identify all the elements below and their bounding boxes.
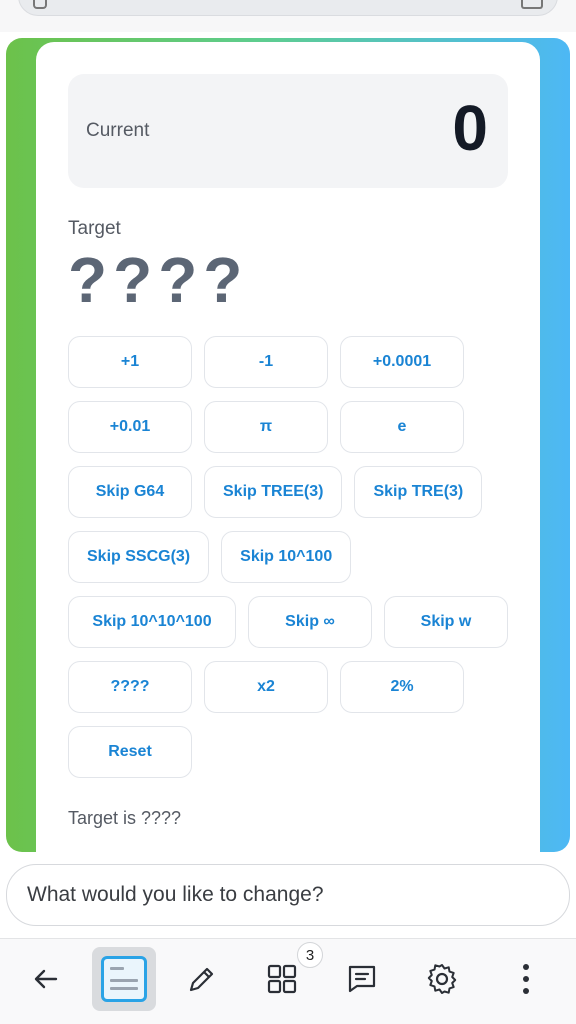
browser-top-strip xyxy=(0,0,576,32)
mystery-button[interactable]: ???? xyxy=(68,661,192,713)
skip-tree3-button[interactable]: Skip TREE(3) xyxy=(204,466,343,518)
skip-googolplex-button[interactable]: Skip 10^10^100 xyxy=(68,596,236,648)
bottom-toolbar: 3 xyxy=(0,939,576,1024)
button-row: Skip SSCG(3) Skip 10^100 xyxy=(68,531,518,583)
current-panel: Current 0 xyxy=(68,74,508,188)
pi-button[interactable]: π xyxy=(204,401,328,453)
skip-sscg3-button[interactable]: Skip SSCG(3) xyxy=(68,531,210,583)
skip-googol-button[interactable]: Skip 10^100 xyxy=(221,531,352,583)
pencil-icon[interactable] xyxy=(172,947,232,1011)
action-buttons: +1 -1 +0.0001 +0.01 π e Skip G64 Skip TR… xyxy=(68,336,518,791)
target-value: ???? xyxy=(68,244,249,316)
current-label: Current xyxy=(86,120,150,141)
target-label: Target xyxy=(68,218,121,239)
gear-icon[interactable] xyxy=(412,947,472,1011)
tabs-icon[interactable] xyxy=(521,0,543,9)
skip-infinity-button[interactable]: Skip ∞ xyxy=(248,596,372,648)
times-two-button[interactable]: x2 xyxy=(204,661,328,713)
skip-g64-button[interactable]: Skip G64 xyxy=(68,466,192,518)
site-info-icon[interactable] xyxy=(33,0,47,9)
url-bar[interactable] xyxy=(18,0,558,16)
status-text: Target is ???? xyxy=(68,808,182,828)
button-row: Skip 10^10^100 Skip ∞ Skip w xyxy=(68,596,518,648)
tab-count-badge: 3 xyxy=(297,942,323,968)
plus-0.0001-button[interactable]: +0.0001 xyxy=(340,336,464,388)
button-row: ???? x2 2% xyxy=(68,661,518,713)
chat-icon[interactable] xyxy=(332,947,392,1011)
skip-w-button[interactable]: Skip w xyxy=(384,596,508,648)
app-card: Current 0 Target ???? +1 -1 +0.0001 +0.0… xyxy=(36,42,540,852)
button-row: +1 -1 +0.0001 xyxy=(68,336,518,388)
e-button[interactable]: e xyxy=(340,401,464,453)
more-vertical-icon[interactable] xyxy=(496,947,556,1011)
back-icon[interactable] xyxy=(16,947,76,1011)
reset-button[interactable]: Reset xyxy=(68,726,192,778)
change-request-input[interactable]: What would you like to change? xyxy=(6,864,570,926)
button-row: +0.01 π e xyxy=(68,401,518,453)
plus-0.01-button[interactable]: +0.01 xyxy=(68,401,192,453)
skip-tre3-button[interactable]: Skip TRE(3) xyxy=(354,466,483,518)
button-row: Skip G64 Skip TREE(3) Skip TRE(3) xyxy=(68,466,518,518)
page-thumbnail[interactable] xyxy=(92,947,156,1011)
current-value: 0 xyxy=(452,92,488,164)
button-row: Reset xyxy=(68,726,518,778)
plus-one-button[interactable]: +1 xyxy=(68,336,192,388)
two-percent-button[interactable]: 2% xyxy=(340,661,464,713)
change-request-placeholder: What would you like to change? xyxy=(27,883,324,906)
page-thumbnail-image xyxy=(101,956,147,1002)
minus-one-button[interactable]: -1 xyxy=(204,336,328,388)
